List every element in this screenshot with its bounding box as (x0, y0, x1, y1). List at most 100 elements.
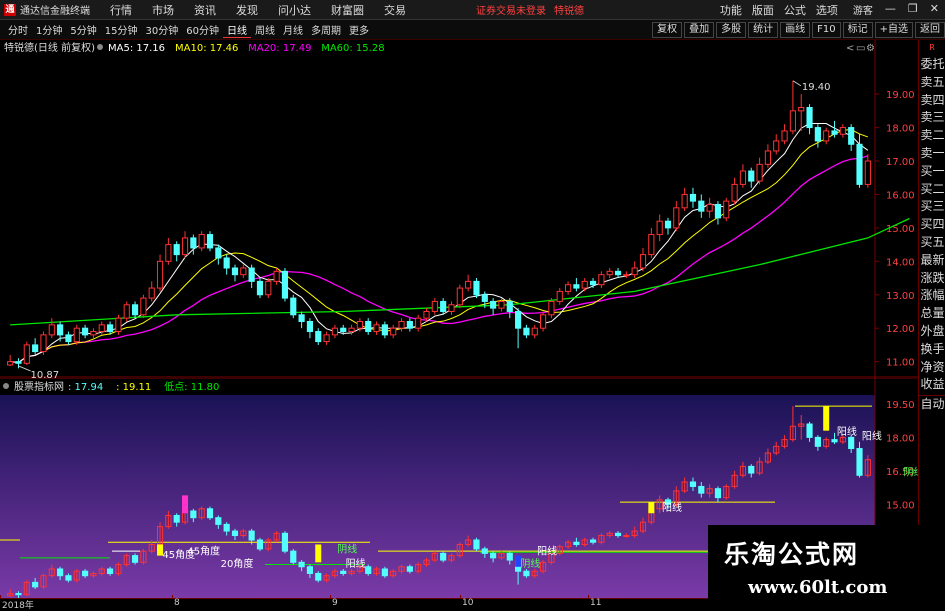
candle[interactable] (456, 284, 463, 309)
period-tab[interactable]: 分时 (4, 22, 32, 38)
right-menu-item[interactable]: 版面 (747, 2, 779, 18)
collapse-icon[interactable]: < (846, 43, 854, 54)
candle[interactable] (256, 278, 264, 299)
candle-body (481, 294, 488, 302)
candle[interactable] (548, 298, 555, 319)
expand-icon[interactable]: ▭ (856, 43, 865, 54)
sidebar-item[interactable]: 外盘 (919, 323, 945, 341)
candle[interactable] (265, 278, 272, 299)
menu-item[interactable]: 交易 (374, 2, 416, 18)
indicator-annotation: 阴线 (337, 542, 357, 555)
period-tab[interactable]: 日线 (222, 22, 251, 38)
minimize-icon[interactable]: — (885, 2, 896, 17)
menu-item[interactable]: 财富圈 (321, 2, 374, 18)
candle[interactable] (723, 197, 730, 222)
period-tab[interactable]: 5分钟 (66, 22, 100, 38)
guest-label[interactable]: 游客 (853, 2, 873, 17)
period-tab[interactable]: 1分钟 (32, 22, 66, 38)
candle-body (340, 327, 347, 333)
settings-icon[interactable]: ⚙ (866, 43, 875, 54)
restore-icon[interactable]: ❐ (908, 2, 918, 17)
candle[interactable] (473, 278, 480, 299)
chart-tool-button[interactable]: 复权 (652, 21, 683, 38)
candle[interactable] (540, 311, 547, 332)
sidebar-item[interactable]: 买三 (919, 198, 945, 216)
period-tab[interactable]: 15分钟 (101, 22, 142, 38)
sidebar-item[interactable]: 卖五 (919, 74, 945, 92)
sidebar-item[interactable]: 净资 (919, 359, 945, 377)
candle[interactable] (198, 231, 205, 252)
right-menu-item[interactable]: 功能 (715, 2, 747, 18)
period-tab[interactable]: 月线 (279, 22, 307, 38)
chart-tool-button[interactable]: 叠加 (684, 21, 715, 38)
close-icon[interactable]: ✕ (930, 2, 939, 17)
candlestick-chart[interactable]: 19.00 18.00 17.00 16.00 15.00 14.00 13.00 12.00… (0, 40, 918, 378)
menu-item[interactable]: 发现 (226, 2, 268, 18)
menu-item[interactable]: 问小达 (268, 2, 321, 18)
candle-body (256, 280, 264, 296)
candle[interactable] (290, 294, 297, 319)
sidebar-item[interactable]: 总量 (919, 305, 945, 323)
login-status[interactable]: 证券交易未登录 (476, 2, 546, 17)
period-tab[interactable]: 周线 (251, 22, 279, 38)
candle-body (756, 163, 763, 182)
sidebar-item[interactable]: 涨跌 (919, 270, 945, 288)
candle[interactable] (115, 314, 122, 335)
candle-body (564, 284, 572, 292)
sidebar-item[interactable]: 换手 (919, 341, 945, 359)
sidebar-item[interactable]: 卖二 (919, 127, 945, 145)
candle-body (481, 548, 488, 554)
sidebar-item[interactable]: 买二 (919, 181, 945, 199)
chart-tool-button[interactable]: F10 (812, 21, 841, 38)
candle-body (190, 237, 197, 249)
menu-item[interactable]: 市场 (142, 2, 184, 18)
period-tab[interactable]: 30分钟 (141, 22, 182, 38)
chart-tool-button[interactable]: 标记 (842, 21, 873, 38)
date-label: 10 (462, 598, 474, 608)
candle[interactable] (123, 301, 130, 322)
sidebar-item[interactable]: 卖一 (919, 145, 945, 163)
candle-body (181, 237, 189, 256)
date-tick (172, 595, 173, 599)
sidebar-item[interactable]: 买一 (919, 163, 945, 181)
sidebar-item[interactable]: 最新 (919, 252, 945, 270)
candle[interactable] (281, 268, 289, 302)
menu-item[interactable]: 资讯 (184, 2, 226, 18)
candle[interactable] (23, 341, 30, 365)
right-menu-item[interactable]: 选项 (811, 2, 843, 18)
sidebar-item[interactable]: 卖四 (919, 92, 945, 110)
chart-tool-button[interactable]: +自选 (874, 21, 913, 38)
app-name: 通达信金融终端 (20, 6, 90, 17)
sidebar-item[interactable]: 自动 (919, 395, 945, 413)
chart-tool-button[interactable]: 多股 (716, 21, 747, 38)
candle[interactable] (140, 294, 147, 319)
candle-body (281, 270, 289, 299)
sidebar-item[interactable]: 卖三 (919, 109, 945, 127)
menu-item[interactable]: 行情 (100, 2, 142, 18)
current-stock-name[interactable]: 特锐德 (554, 2, 584, 17)
sidebar-item[interactable]: 收益 (919, 376, 945, 394)
candle-body (23, 344, 30, 364)
period-tab[interactable]: 60分钟 (182, 22, 223, 38)
right-menu-item[interactable]: 公式 (779, 2, 811, 18)
indicator-settings-icon[interactable] (3, 383, 9, 389)
sidebar-item[interactable]: 涨幅 (919, 287, 945, 305)
candle-body (823, 130, 830, 142)
candle-body (831, 130, 838, 135)
chart-tool-button[interactable]: 统计 (748, 21, 779, 38)
candle[interactable] (73, 324, 80, 345)
candle[interactable] (40, 331, 47, 355)
period-tab[interactable]: 多周期 (307, 22, 345, 38)
sidebar-item[interactable]: 委托 (919, 56, 945, 74)
chart-tool-button[interactable]: 返回 (915, 21, 945, 38)
settings-dot-icon[interactable] (97, 44, 103, 50)
sidebar-item[interactable]: 买五 (919, 234, 945, 252)
app-logo-icon: 通 (4, 3, 16, 16)
indicator-candle (290, 548, 297, 565)
period-tab[interactable]: 更多 (345, 22, 373, 38)
candle[interactable] (206, 231, 214, 252)
chart-tool-button[interactable]: 画线 (780, 21, 811, 38)
ma-legend-item: MA20: 17.49 (248, 43, 311, 54)
sidebar-item[interactable]: 买四 (919, 216, 945, 234)
candle-body (415, 317, 422, 329)
